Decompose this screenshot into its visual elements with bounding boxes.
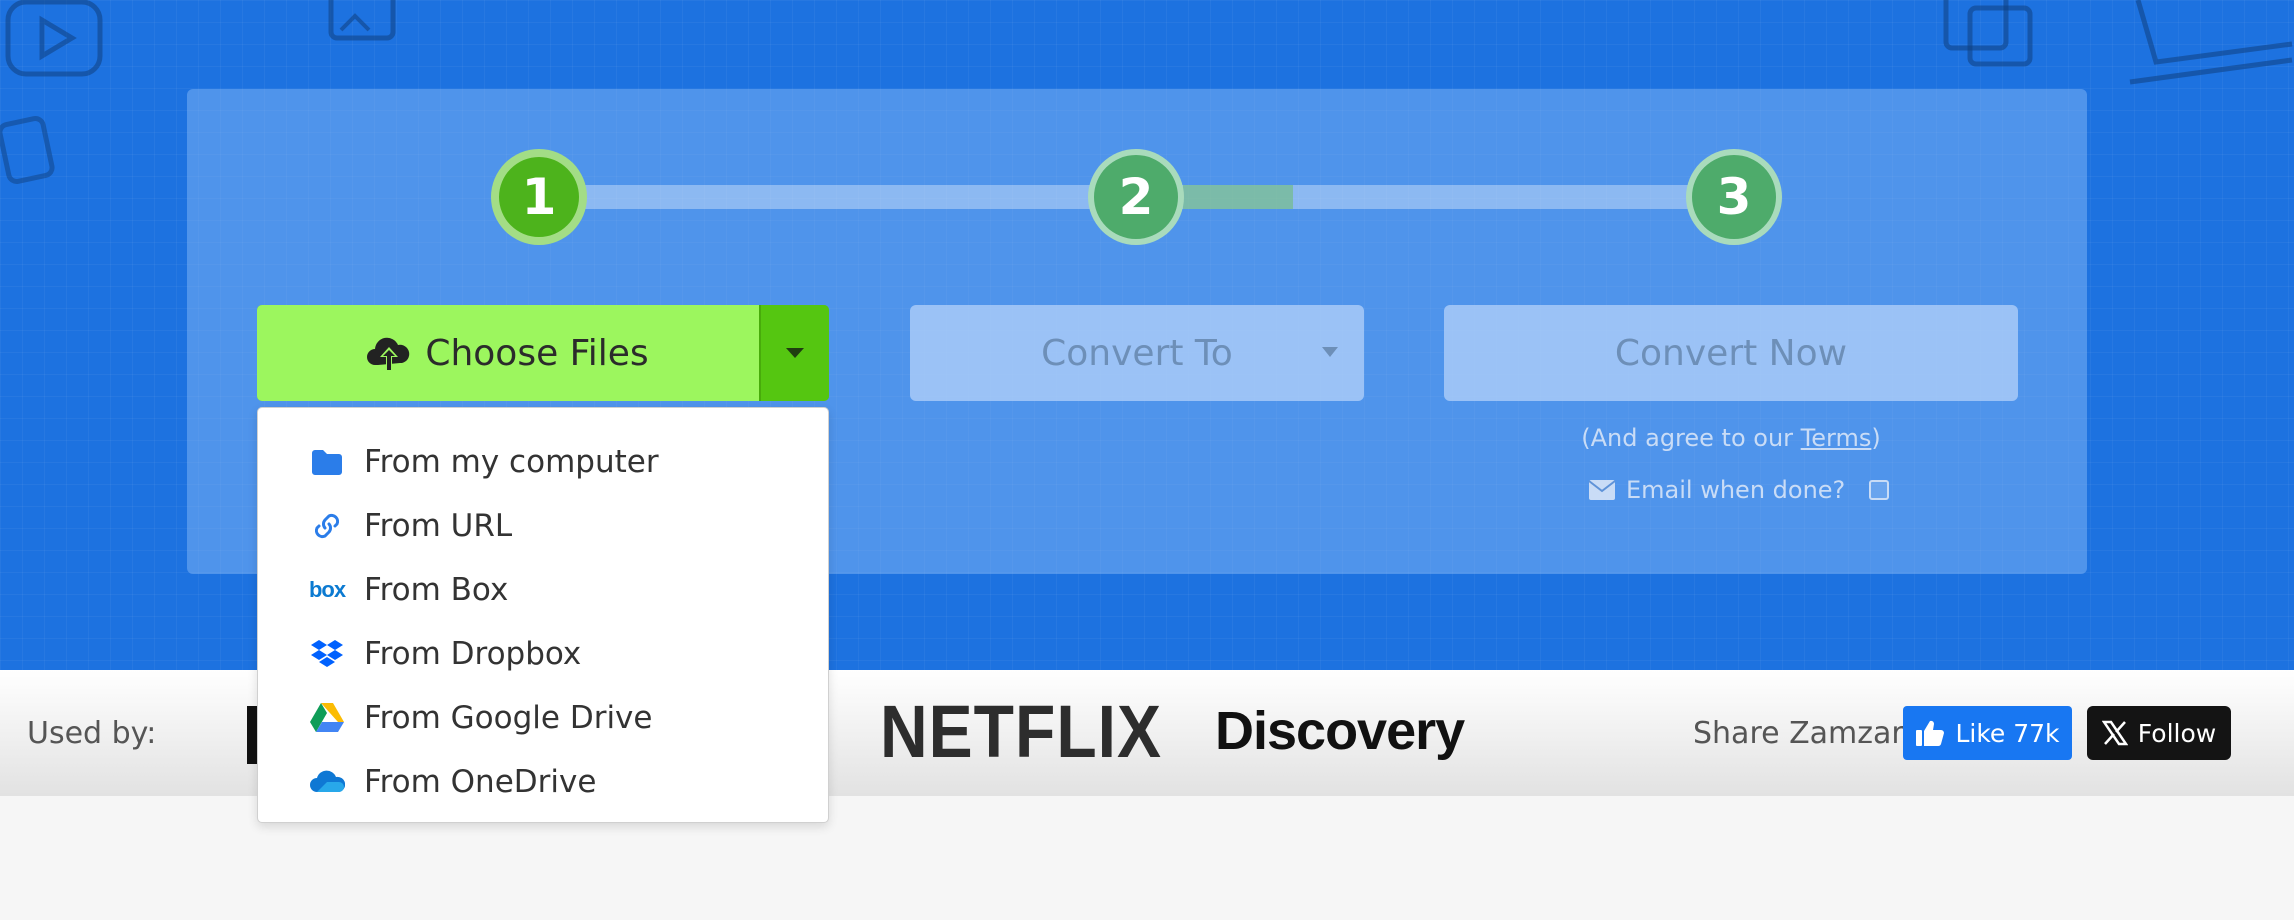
menu-item-from-dropbox[interactable]: From Dropbox [308,624,581,684]
email-when-done-row: Email when done? [1588,476,1890,504]
document-doodle-icon [1943,0,2033,67]
menu-item-from-onedrive[interactable]: From OneDrive [308,752,596,812]
facebook-like-button[interactable]: Like 77k [1903,706,2072,760]
terms-link[interactable]: Terms [1801,424,1872,452]
menu-item-from-box[interactable]: box From Box [308,560,508,620]
menu-item-label: From Dropbox [364,636,582,672]
menu-item-from-google-drive[interactable]: From Google Drive [308,688,652,748]
used-by-label: Used by: [27,716,157,751]
x-logo-icon [2101,720,2128,746]
email-checkbox[interactable] [1869,480,1890,500]
caret-down-icon [786,348,804,358]
menu-item-label: From URL [364,508,513,544]
google-drive-icon [310,703,344,732]
convert-now-label: Convert Now [1614,332,1848,374]
video-doodle-icon [5,0,103,77]
menu-item-from-computer[interactable]: From my computer [308,432,659,492]
convert-to-select[interactable]: Convert To [910,305,1364,401]
choose-files-button[interactable]: Choose Files [257,305,829,401]
image-doodle-icon [328,0,396,41]
onedrive-icon [310,770,345,792]
choose-files-main[interactable]: Choose Files [257,305,759,401]
step-1-badge: 1 [491,149,587,245]
thumbs-up-icon [1916,720,1945,747]
menu-item-label: From my computer [364,444,659,480]
choose-files-dropdown-toggle[interactable] [759,305,829,401]
menu-item-label: From Box [364,572,509,608]
link-icon [314,513,340,539]
menu-item-label: From Google Drive [364,700,653,736]
step-2-badge: 2 [1088,149,1184,245]
folder-icon [312,450,342,475]
follow-label: Follow [2137,718,2217,748]
terms-note: (And agree to our Terms) [1444,424,2018,452]
email-label: Email when done? [1626,476,1846,504]
x-follow-button[interactable]: Follow [2087,706,2231,760]
like-label: Like 77k [1955,718,2060,748]
menu-item-label: From OneDrive [364,764,597,800]
partial-logo [247,706,257,764]
envelope-icon [1588,480,1616,500]
caret-down-icon [1322,347,1338,357]
menu-item-from-url[interactable]: From URL [308,496,512,556]
progress-track-segment [1183,185,1293,209]
dropbox-icon [311,640,343,667]
box-icon: box [308,577,346,602]
laptop-doodle-icon [2129,0,2293,85]
file-source-menu: From my computer From URL box From Box F… [257,407,829,823]
tag-doodle-icon [0,116,55,184]
share-label: Share Zamzar: [1693,716,1914,751]
discovery-logo: Discovery [1215,701,1465,761]
convert-to-label: Convert To [1041,332,1233,374]
step-3-badge: 3 [1686,149,1782,245]
cloud-upload-icon [367,337,410,371]
terms-prefix: (And agree to our [1581,424,1801,452]
convert-now-button[interactable]: Convert Now [1444,305,2018,401]
netflix-logo: NETFLIX [880,689,1162,773]
terms-suffix: ) [1871,424,1881,452]
choose-files-label: Choose Files [425,332,649,374]
